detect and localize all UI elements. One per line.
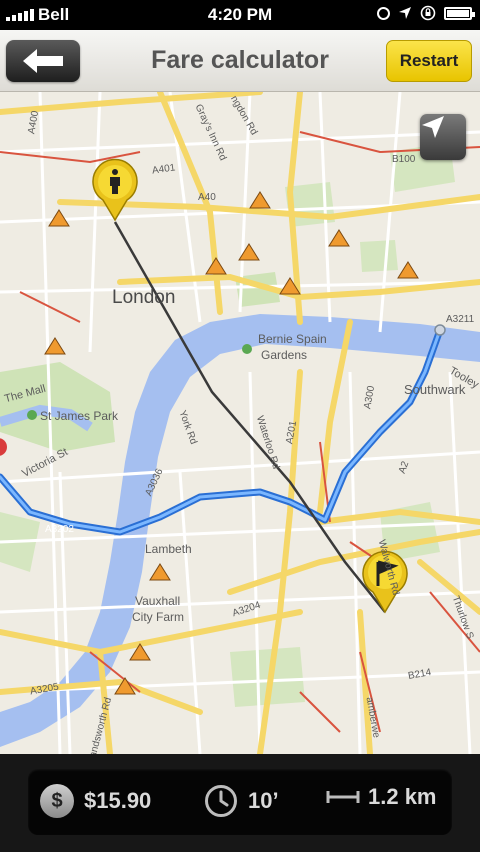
- location-arrow-icon: [399, 7, 411, 19]
- locate-me-button[interactable]: [420, 114, 466, 160]
- dollar-coin-icon: $: [40, 784, 74, 818]
- distance-ruler-icon: [326, 791, 360, 803]
- map-label-bernie-spain: Bernie Spain: [258, 332, 327, 346]
- map-label-southwark: Southwark: [404, 382, 466, 397]
- map-label-a40: A40: [198, 192, 216, 203]
- map-label-lambeth: Lambeth: [145, 542, 192, 556]
- trip-summary-bar: $ $15.90 10’ 1.2 km: [0, 754, 480, 852]
- map-label-london: London: [112, 287, 176, 308]
- clock-icon: [377, 6, 390, 20]
- status-bar: Bell 4:20 PM: [0, 0, 480, 30]
- rotation-lock-icon: [420, 5, 436, 21]
- map-label-a3211: A3211: [446, 314, 475, 325]
- fare-value: $15.90: [84, 788, 152, 813]
- map-label-vauxhall: Vauxhall: [135, 594, 181, 608]
- fare-group: $ $15.90: [40, 784, 151, 818]
- restart-button[interactable]: Restart: [386, 40, 472, 82]
- map-label-st-james-park: St James Park: [40, 409, 119, 423]
- map-label-b100: B100: [392, 154, 416, 165]
- start-pin-icon: [92, 158, 138, 222]
- clock-icon: [205, 785, 237, 817]
- map-label-a3202: A3202: [45, 524, 74, 535]
- navigation-bar: Fare calculator Restart: [0, 30, 480, 92]
- distance-value: 1.2 km: [368, 784, 437, 809]
- map-label-gardens: Gardens: [261, 348, 308, 362]
- duration-value: 10’: [248, 788, 279, 813]
- navigation-arrow-icon: [422, 116, 444, 138]
- duration-group: 10’: [204, 784, 279, 818]
- map-canvas: [0, 92, 480, 754]
- distance-group: 1.2 km: [326, 784, 437, 810]
- map-label-city-farm: City Farm: [132, 610, 184, 624]
- trip-summary-panel: $ $15.90 10’ 1.2 km: [28, 769, 452, 835]
- battery-icon: [444, 6, 475, 20]
- map-view[interactable]: London Bernie Spain Gardens Southwark St…: [0, 92, 480, 754]
